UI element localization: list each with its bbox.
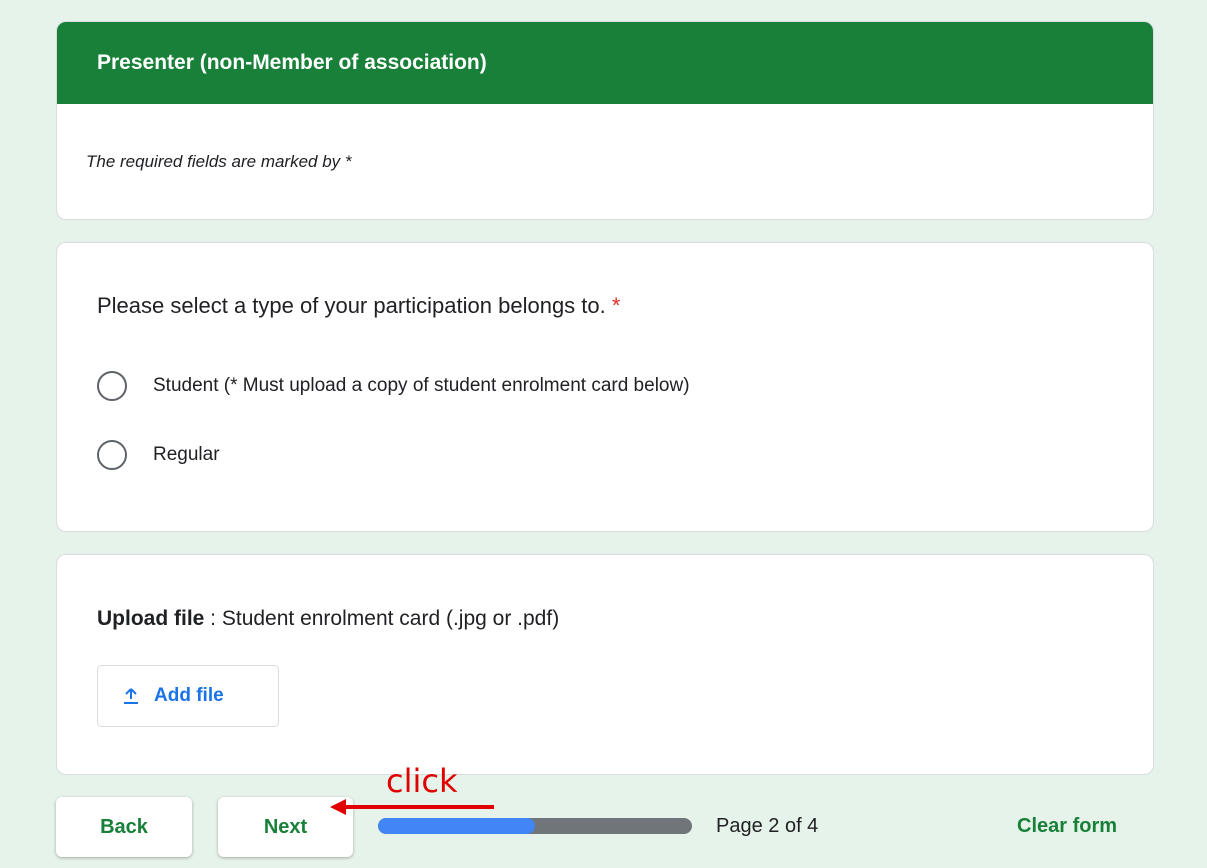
progress-bar <box>378 818 692 834</box>
file-upload-question: Upload file : Student enrolment card (.j… <box>56 554 1154 775</box>
clear-form-button[interactable]: Clear form <box>1017 815 1117 838</box>
add-file-button[interactable]: Add file <box>97 665 279 727</box>
click-annotation-label: click <box>386 762 458 800</box>
back-button[interactable]: Back <box>56 797 192 857</box>
radio-label-student: Student (* Must upload a copy of student… <box>153 375 690 396</box>
upload-title-rest: : Student enrolment card (.jpg or .pdf) <box>204 607 560 630</box>
radio-button-student[interactable] <box>97 371 127 401</box>
annotation-arrow-icon <box>330 799 494 815</box>
section-description: The required fields are marked by * <box>86 152 352 171</box>
radio-option-student[interactable]: Student (* Must upload a copy of student… <box>97 371 690 401</box>
question-title-text: Please select a type of your participati… <box>97 293 606 318</box>
section-header-card: Presenter (non-Member of association) Th… <box>56 21 1154 220</box>
progress-bar-fill <box>378 818 535 834</box>
radio-label-regular: Regular <box>153 444 220 465</box>
required-asterisk: * <box>611 293 621 318</box>
participation-type-question: Please select a type of your participati… <box>56 242 1154 532</box>
page-indicator: Page 2 of 4 <box>716 815 819 837</box>
question-title: Please select a type of your participati… <box>97 293 620 319</box>
upload-title: Upload file : Student enrolment card (.j… <box>97 607 559 631</box>
section-title: Presenter (non-Member of association) <box>57 22 1153 104</box>
radio-button-regular[interactable] <box>97 440 127 470</box>
radio-option-regular[interactable]: Regular <box>97 440 220 470</box>
add-file-label: Add file <box>154 685 224 706</box>
upload-title-bold: Upload file <box>97 607 205 630</box>
upload-icon <box>124 688 138 704</box>
